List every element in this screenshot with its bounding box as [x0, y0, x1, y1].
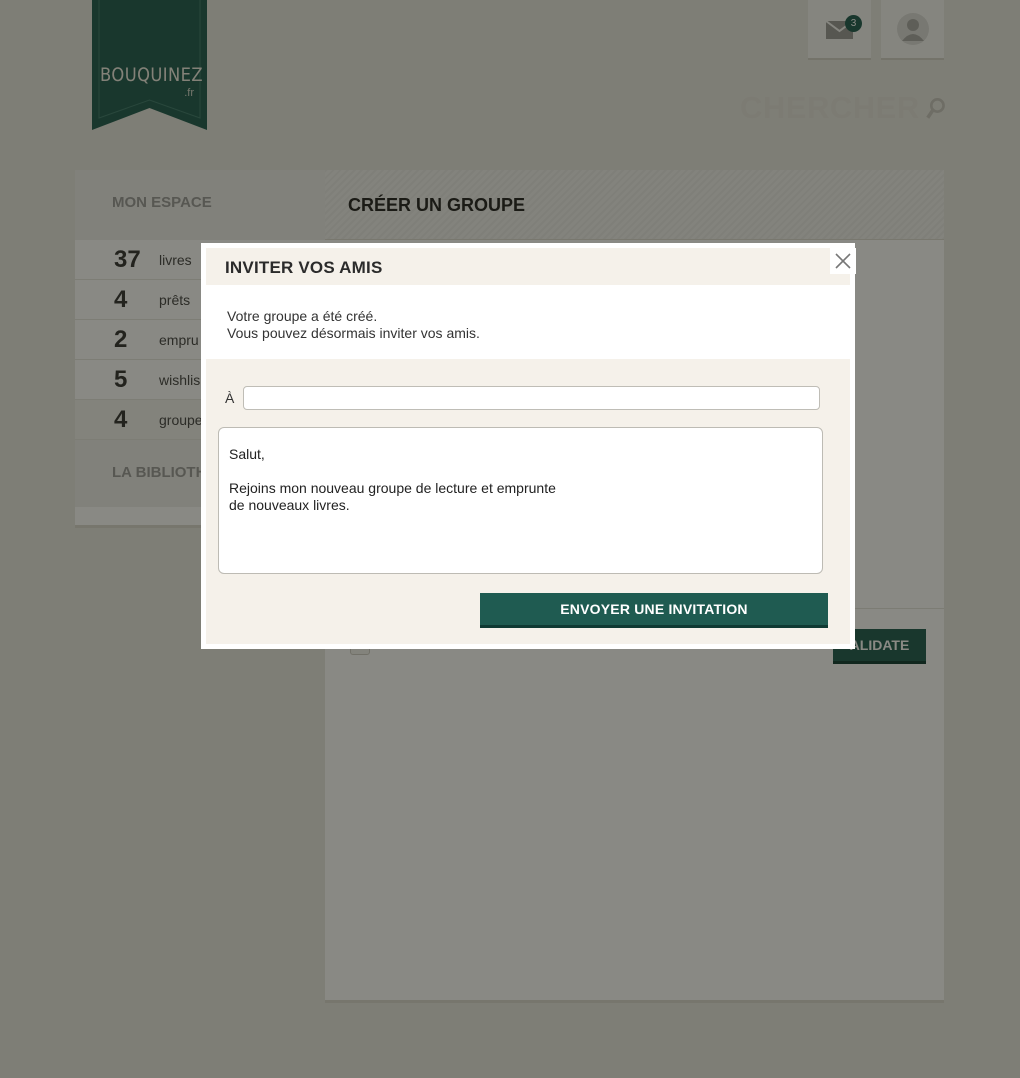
message-line-1: Votre groupe a été créé.	[227, 308, 378, 324]
recipient-input[interactable]	[243, 386, 820, 410]
modal-body: INVITER VOS AMIS Votre groupe a été créé…	[206, 248, 856, 644]
close-icon	[835, 253, 851, 269]
modal-title: INVITER VOS AMIS	[206, 248, 850, 285]
invitation-message-textarea[interactable]: Salut, Rejoins mon nouveau groupe de lec…	[218, 427, 823, 574]
recipient-row: À	[225, 386, 820, 410]
recipient-label: À	[225, 390, 235, 406]
invite-friends-modal: INVITER VOS AMIS Votre groupe a été créé…	[201, 243, 856, 649]
confirmation-message: Votre groupe a été créé. Vous pouvez dés…	[206, 285, 850, 359]
close-button[interactable]	[830, 248, 856, 274]
message-line-2: Vous pouvez désormais inviter vos amis.	[227, 325, 480, 341]
send-invitation-button[interactable]: ENVOYER UNE INVITATION	[480, 593, 828, 628]
